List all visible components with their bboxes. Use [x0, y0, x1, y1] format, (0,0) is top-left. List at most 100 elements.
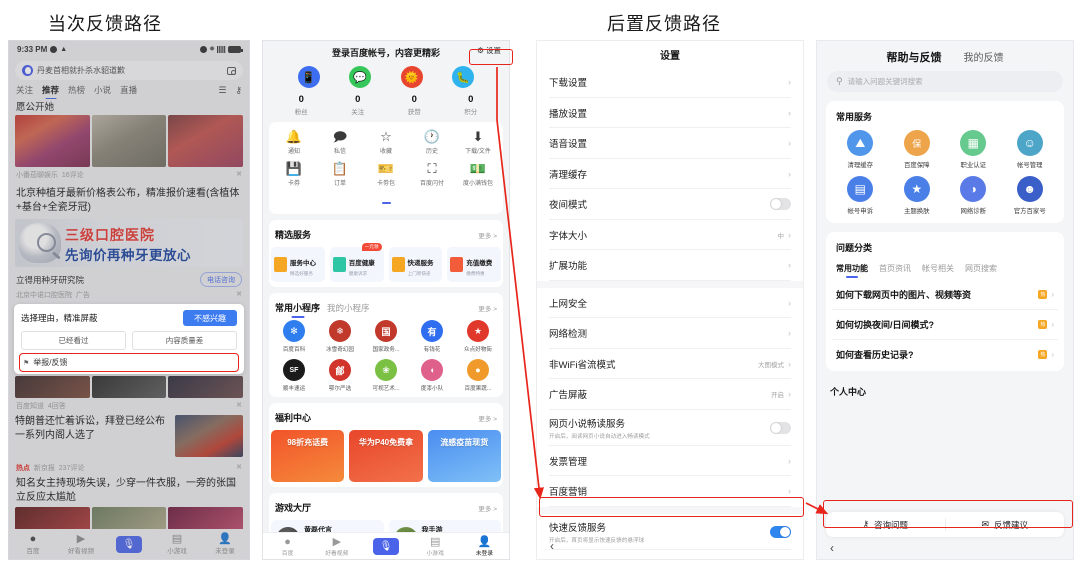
- feedback-suggestion-button[interactable]: ✉ 反馈建议: [946, 519, 1065, 531]
- setting-extensions[interactable]: 扩展功能 ›: [537, 250, 803, 281]
- miniapps-more-link[interactable]: 更多 >: [478, 303, 497, 313]
- setting-download[interactable]: 下载设置 ›: [537, 67, 803, 98]
- stat-likes[interactable]: 0 获赞: [386, 94, 443, 116]
- welfare-banner[interactable]: 华为P40免费拿: [349, 430, 423, 482]
- service-baidu-guarantee[interactable]: 保 百度保障: [889, 130, 946, 169]
- miniapp-item[interactable]: 有 有钱花: [409, 320, 455, 353]
- miniapp-item[interactable]: ❀ 可视艺术...: [363, 359, 409, 392]
- camera-icon[interactable]: [227, 66, 236, 75]
- login-qq-button[interactable]: 🐛: [452, 66, 475, 88]
- mic-icon[interactable]: 🎙: [373, 537, 399, 555]
- service-job-certification[interactable]: ▦ 职业认证: [945, 130, 1002, 169]
- question-item[interactable]: 如何下载网页中的图片、视频等资 热 ›: [832, 280, 1058, 310]
- tab-common-functions[interactable]: 常用功能: [836, 263, 868, 274]
- quick-feedback-toggle[interactable]: [770, 525, 791, 538]
- tab-web-search[interactable]: 网页搜索: [965, 263, 997, 274]
- reason-low-quality[interactable]: 内容质量差: [132, 331, 237, 350]
- nav-minigame[interactable]: ▤ 小游戏: [153, 533, 201, 555]
- welfare-more-link[interactable]: 更多 >: [478, 413, 497, 423]
- setting-quick-feedback[interactable]: 快速反馈服务 开启后，首页将显示快速反馈的悬浮球: [537, 514, 803, 550]
- setting-network-test[interactable]: 网络检测 ›: [537, 318, 803, 349]
- nav-minigame[interactable]: ▤ 小游戏: [411, 536, 460, 557]
- back-chevron-icon[interactable]: ‹: [550, 539, 554, 553]
- setting-web-security[interactable]: 上网安全 ›: [537, 288, 803, 319]
- nav-video[interactable]: ▶ 好看视频: [57, 533, 105, 555]
- setting-help-and-feedback[interactable]: 帮助与反馈 ›: [537, 550, 803, 560]
- question-item[interactable]: 如何切换夜间/日间模式? 热 ›: [832, 310, 1058, 340]
- service-center[interactable]: 服务中心 精选好服务: [271, 247, 325, 282]
- tool-favorites[interactable]: ☆ 收藏: [363, 129, 409, 155]
- nav-video[interactable]: ▶ 好看视频: [312, 536, 361, 557]
- close-icon[interactable]: ✖: [236, 290, 242, 300]
- login-weibo-button[interactable]: 🌞: [400, 66, 423, 88]
- nav-voice[interactable]: 🎙: [105, 535, 153, 553]
- setting-marketing[interactable]: 百度营销 ›: [537, 476, 803, 507]
- nav-baidu[interactable]: ● 百度: [263, 536, 312, 557]
- login-wechat-button[interactable]: 💬: [349, 66, 372, 88]
- setting-voice[interactable]: 语音设置 ›: [537, 128, 803, 159]
- reason-already-seen[interactable]: 已经看过: [21, 331, 126, 350]
- tab-follow[interactable]: 关注: [16, 84, 33, 96]
- service-clear-cache[interactable]: ⛰ 清理缓存: [832, 130, 889, 169]
- tool-notifications[interactable]: 🔔 通知: [271, 129, 317, 155]
- tool-downloads[interactable]: ⬇ 下载/文件: [455, 129, 501, 155]
- setting-data-saver[interactable]: 非WiFi省流模式 大图模式 ›: [537, 349, 803, 380]
- search-bar[interactable]: ⚲ 请输入问题关键词搜索: [827, 71, 1063, 92]
- baidu-health[interactable]: 一元领 百度健康 健康诉求: [329, 243, 384, 282]
- setting-invoice[interactable]: 发票管理 ›: [537, 446, 803, 477]
- nav-baidu[interactable]: ● 百度: [9, 533, 57, 555]
- welfare-banner[interactable]: 流感疫苗现货: [427, 430, 501, 482]
- tool-wallet[interactable]: 💵 度小满钱包: [455, 161, 501, 187]
- tool-messages[interactable]: 🗩 私信: [317, 129, 363, 155]
- miniapp-item[interactable]: ◖ 度漆小队: [409, 359, 455, 392]
- feed-item4-title[interactable]: 特朗普还忙着诉讼，拜登已经公布一系列内阁人选了: [15, 415, 171, 442]
- tool-orders[interactable]: 📋 订单: [317, 161, 363, 187]
- settings-entry-button[interactable]: ⚙ 设置: [477, 45, 501, 56]
- miniapp-item[interactable]: ✻ 百度百科: [271, 320, 317, 353]
- tab-live[interactable]: 直播: [120, 84, 137, 96]
- setting-novel-reading[interactable]: 网页小说畅读服务 开启后，阅读网页小说自动进入畅读模式: [537, 410, 803, 446]
- nav-voice[interactable]: 🎙: [361, 537, 410, 555]
- setting-ad-block[interactable]: 广告屏蔽 开启 ›: [537, 379, 803, 410]
- miniapp-item[interactable]: ❄ 冰雪奇幻园: [317, 320, 363, 353]
- tool-coupon-pack[interactable]: 🎫 卡劵包: [363, 161, 409, 187]
- service-account-management[interactable]: ☺ 帐号管理: [1002, 130, 1059, 169]
- novel-reading-toggle[interactable]: [770, 421, 791, 434]
- express-service[interactable]: 快递服务 上门寄快递: [388, 247, 443, 282]
- miniapp-item[interactable]: 国 国家政务...: [363, 320, 409, 353]
- report-feedback-row[interactable]: ⚑ 举报/反馈: [18, 352, 240, 373]
- setting-clear-cache[interactable]: 清理缓存 ›: [537, 159, 803, 190]
- nav-profile[interactable]: 👤 未登录: [201, 533, 249, 555]
- tool-cards[interactable]: 💾 卡券: [271, 161, 317, 187]
- close-icon[interactable]: ✖: [236, 401, 242, 411]
- feed-item5-title[interactable]: 知名女主持现场失误，少穿一件衣服，一旁的张国立反应太尴尬: [9, 477, 249, 507]
- ad-banner-image[interactable]: 三级口腔医院 先询价再种牙更放心: [15, 219, 243, 267]
- tool-history[interactable]: 🕐 历史: [409, 129, 455, 155]
- setting-night-mode[interactable]: 夜间模式: [537, 189, 803, 220]
- login-phone-button[interactable]: 📱: [297, 66, 320, 88]
- tab-novel[interactable]: 小说: [94, 84, 111, 96]
- search-input[interactable]: 请输入问题关键词搜索: [848, 76, 923, 87]
- service-account-appeal[interactable]: ▤ 帐号申诉: [832, 176, 889, 215]
- service-official-account[interactable]: ☻ 官方百家号: [1002, 176, 1059, 215]
- stat-following[interactable]: 0 关注: [330, 94, 387, 116]
- recharge-service[interactable]: 充值缴费 缴费特惠: [447, 247, 501, 282]
- games-more-link[interactable]: 更多 >: [478, 503, 497, 513]
- tab-my-feedback[interactable]: 我的反馈: [964, 49, 1004, 64]
- tab-recommend[interactable]: 推荐: [42, 84, 59, 96]
- question-item[interactable]: 如何查看历史记录? 热 ›: [832, 340, 1058, 369]
- feed-ad-title[interactable]: 北京种植牙最新价格表公布，精准报价速看(含植体+基台+全瓷牙冠): [9, 184, 249, 217]
- not-interested-button[interactable]: 不感兴趣: [183, 310, 237, 326]
- back-chevron-icon[interactable]: ‹: [830, 541, 834, 555]
- stat-fans[interactable]: 0 粉丝: [273, 94, 330, 116]
- search-input[interactable]: 丹麦首相就扑杀水貂道歉: [37, 65, 223, 76]
- close-icon[interactable]: ✖: [236, 170, 242, 180]
- welfare-banner[interactable]: 98折充话费: [271, 430, 345, 482]
- miniapp-item[interactable]: ● 百度果蔬...: [455, 359, 501, 392]
- setting-playback[interactable]: 播放设置 ›: [537, 98, 803, 129]
- miniapp-item[interactable]: SF 顺丰速运: [271, 359, 317, 392]
- miniapps-heading[interactable]: 常用小程序: [275, 301, 320, 314]
- tool-flash-pay[interactable]: ⛶ 百度闪付: [409, 161, 455, 187]
- miniapp-item[interactable]: ★ 众点好物街: [455, 320, 501, 353]
- service-theme-skin[interactable]: ★ 主题换肤: [889, 176, 946, 215]
